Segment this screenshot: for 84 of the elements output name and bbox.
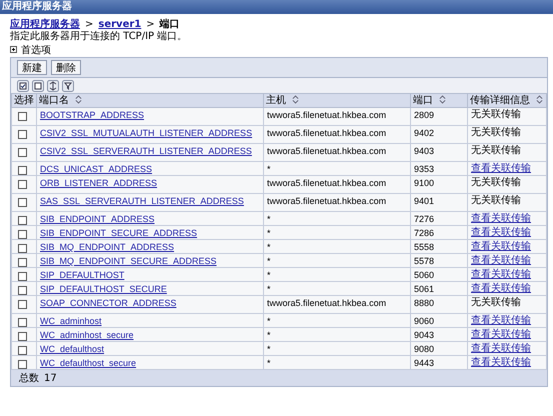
port-cell: 9402 [414,128,434,138]
description: 指定此服务器用于连接的 TCP/IP 端口。 [10,30,188,43]
row-checkbox[interactable] [18,244,27,253]
row-checkbox[interactable] [18,300,27,309]
port-cell: 7276 [414,214,434,224]
transport-cell: 无关联传输 [471,195,521,206]
host-cell: * [267,256,271,266]
transport-cell: 无关联传输 [471,109,521,120]
port-cell: 5061 [414,284,434,294]
host-cell: twwora5.filenetuat.hkbea.com [267,146,386,156]
row-checkbox[interactable] [18,360,27,369]
transport-cell: 无关联传输 [471,127,521,138]
port-cell: 9401 [414,196,434,206]
row-checkbox[interactable] [18,258,27,267]
port-cell: 9080 [414,344,434,354]
row-checkbox[interactable] [18,166,27,175]
toolbar-button[interactable]: 新建 [17,60,47,75]
row-checkbox[interactable] [18,272,27,281]
port-cell: 5060 [414,270,434,280]
host-cell: * [267,330,271,340]
port-cell: 7286 [414,228,434,238]
breadcrumb-separator: > [85,19,94,30]
row-checkbox[interactable] [18,332,27,341]
port-cell: 9060 [414,316,434,326]
deselect-all-icon[interactable] [32,80,44,92]
host-cell: twwora5.filenetuat.hkbea.com [267,178,386,188]
row-checkbox[interactable] [18,180,27,189]
total-label: 总数 [19,372,39,385]
host-cell: * [267,316,271,326]
column-header[interactable]: 端口名 [36,94,264,108]
transport-cell: 无关联传输 [471,177,521,188]
row-checkbox[interactable] [18,198,27,207]
port-name-link[interactable]: WC_adminhost [40,316,102,326]
port-cell: 5578 [414,256,434,266]
sort-icon[interactable] [536,95,544,104]
port-cell: 9353 [414,164,434,174]
host-cell: twwora5.filenetuat.hkbea.com [267,128,386,138]
expand-icon[interactable] [47,80,59,92]
host-cell: * [267,228,271,238]
transport-cell: 无关联传输 [471,297,521,308]
row-checkbox[interactable] [18,216,27,225]
sort-icon[interactable] [292,95,300,104]
row-checkbox[interactable] [18,112,27,121]
column-header[interactable]: 主机 [264,94,410,108]
select-all-icon[interactable] [17,80,29,92]
host-cell: twwora5.filenetuat.hkbea.com [267,298,386,308]
column-header[interactable]: 选择 [12,94,36,108]
expand-icon[interactable] [10,46,17,53]
row-checkbox[interactable] [18,148,27,157]
host-cell: * [267,164,271,174]
host-cell: * [267,344,271,354]
breadcrumb-current: 端口 [160,18,180,30]
host-cell: twwora5.filenetuat.hkbea.com [267,110,386,120]
port-cell: 9403 [414,146,434,156]
port-cell: 2809 [414,110,434,120]
host-cell: twwora5.filenetuat.hkbea.com [267,196,386,206]
filter-icon[interactable] [62,80,74,92]
row-checkbox[interactable] [18,230,27,239]
port-cell: 9443 [414,358,434,368]
window-title: 应用程序服务器 [0,0,553,14]
port-cell: 9100 [414,178,434,188]
total-count: 17 [44,372,57,384]
row-checkbox[interactable] [18,346,27,355]
toolbar-button[interactable]: 删除 [51,60,81,75]
breadcrumb-link[interactable]: 应用程序服务器 [10,17,80,31]
host-cell: * [267,284,271,294]
row-checkbox[interactable] [18,130,27,139]
port-cell: 8880 [414,298,434,308]
host-cell: * [267,242,271,252]
sort-icon[interactable] [439,95,446,104]
host-cell: * [267,214,271,224]
port-cell: 9043 [414,330,434,340]
breadcrumb-link[interactable]: server1 [98,19,142,30]
row-checkbox[interactable] [18,286,27,295]
column-header[interactable]: 端口 [410,94,468,108]
row-checkbox[interactable] [18,318,27,327]
sort-icon[interactable] [75,95,82,104]
host-cell: * [267,270,271,280]
breadcrumb-separator: > [146,19,155,30]
host-cell: * [267,358,271,368]
transport-cell: 无关联传输 [471,145,521,156]
preferences-label[interactable]: 首选项 [21,42,51,56]
column-header[interactable]: 传输详细信息 [468,94,546,108]
port-cell: 5558 [414,242,434,252]
